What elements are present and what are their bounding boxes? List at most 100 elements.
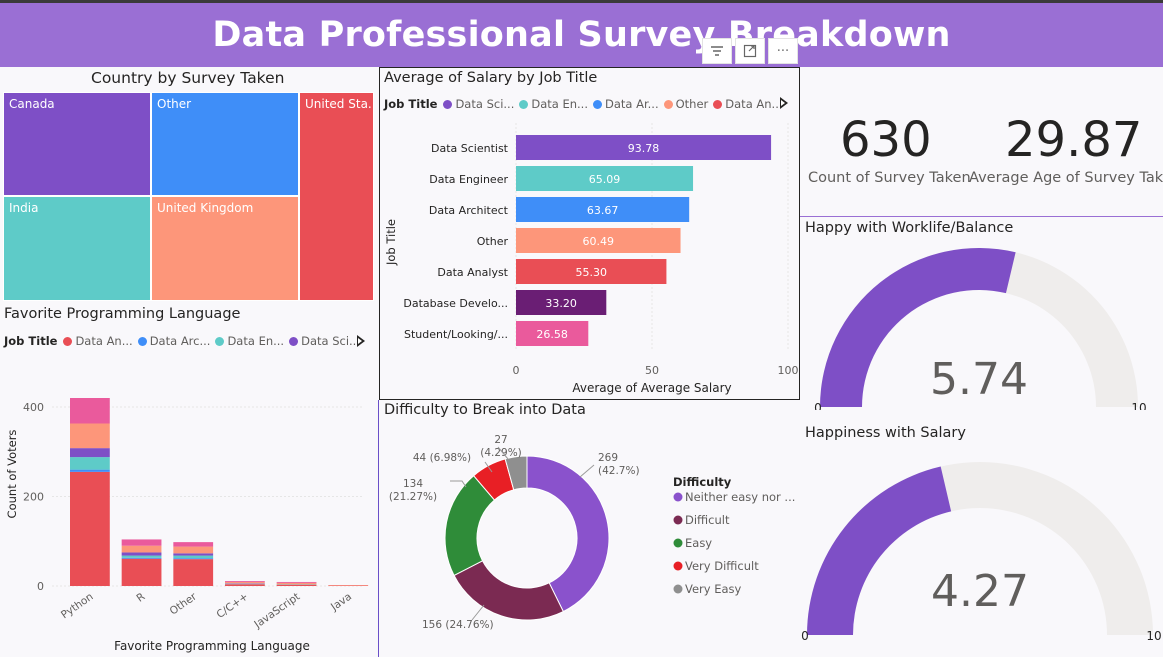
gauge-min-label: 0: [801, 629, 809, 643]
slice-count: 269: [598, 452, 618, 464]
legend-marker: [63, 336, 73, 346]
legend-marker: [673, 515, 683, 525]
gauge-value: 4.27: [931, 566, 1029, 617]
treemap-tile-other[interactable]: Other: [151, 92, 299, 196]
difficulty-chart-title: Difficulty to Break into Data: [384, 402, 586, 418]
treemap-tile-india[interactable]: India: [3, 196, 151, 301]
legend-item[interactable]: Other: [663, 97, 709, 111]
bar-segment: [70, 471, 110, 586]
legend-item[interactable]: Data Arc...: [137, 334, 211, 348]
leader-line: [471, 604, 485, 621]
legend-item[interactable]: Data En...: [215, 334, 284, 348]
legend-item[interactable]: Data Sci...: [289, 334, 360, 348]
treemap-tile-united-kingdom[interactable]: United Kingdom: [151, 196, 299, 301]
gauge-fill: [807, 466, 952, 635]
x-axis-title: Average of Average Salary: [572, 381, 731, 395]
y-tick-label: Data Engineer: [429, 173, 508, 186]
y-axis-title: Count of Voters: [5, 430, 19, 519]
legend-marker: [519, 99, 529, 109]
gauge-max-label: 10: [1146, 629, 1161, 643]
tile-label: Canada: [9, 97, 55, 111]
bar-segment: [70, 398, 110, 424]
bar-segment: [225, 581, 265, 584]
worklife-gauge: 5.74 0 10: [814, 248, 1147, 410]
gauge-max-label: 10: [1131, 401, 1146, 410]
legend-marker: [673, 492, 683, 502]
legend-label: Very Difficult: [685, 559, 759, 573]
salary-happiness-gauge-title: Happiness with Salary: [805, 425, 966, 441]
report-header: Data Professional Survey Breakdown: [0, 3, 1163, 67]
x-tick-label: 50: [645, 364, 659, 377]
bar-segment: [173, 559, 214, 586]
bar-segment: [121, 545, 162, 553]
tile-label: United Kingdom: [157, 201, 254, 215]
legend-label: Data An...: [725, 97, 783, 111]
legend-marker: [593, 99, 602, 109]
legend-item[interactable]: Data An...: [63, 334, 133, 348]
more-options-icon[interactable]: ···: [768, 38, 798, 64]
gauge-min-label: 0: [814, 401, 822, 410]
legend-item[interactable]: Data Ar...: [593, 97, 659, 111]
report-page: Data Professional Survey Breakdown ··· C…: [0, 0, 1163, 657]
bar-segment: [70, 448, 110, 458]
bar-segment: [70, 469, 110, 472]
y-axis-title: Job Title: [384, 219, 398, 266]
difficulty-donut-chart: 269 (42.7%) 156 (24.76%) 134 (21.27%) 44 (6.9…: [389, 434, 796, 631]
bar-segment: [276, 582, 317, 585]
legend-title: Job Title: [384, 97, 438, 111]
legend-item[interactable]: Data An...: [713, 97, 783, 111]
bar-data-label: 60.49: [583, 235, 615, 248]
focus-mode-icon[interactable]: [735, 38, 765, 64]
salary-chart-title: Average of Salary by Job Title: [384, 70, 598, 86]
tile-label: United Sta...: [305, 97, 374, 111]
legend-label: Neither easy nor ...: [685, 490, 795, 504]
x-tick-label: C/C++: [214, 591, 250, 621]
bar-segment: [121, 555, 162, 558]
legend-label: Data En...: [227, 334, 285, 348]
language-legend: Job Title Data An... Data Arc... Data En…: [4, 334, 365, 348]
bar-segment: [173, 542, 214, 547]
bar-segment: [173, 558, 214, 560]
panel-divider: [800, 216, 1163, 217]
legend-label: Data Arc...: [149, 334, 211, 348]
filter-icon[interactable]: [702, 38, 732, 64]
salary-happiness-gauge: 4.27 0 10: [801, 462, 1162, 643]
country-chart-title: Country by Survey Taken: [91, 69, 285, 87]
bar-segment: [121, 558, 162, 586]
x-tick-label: 0: [513, 364, 520, 377]
bar-segment: [173, 553, 214, 556]
y-tick-label: 0: [37, 580, 44, 593]
legend-marker: [663, 99, 673, 109]
bar-segment: [70, 423, 110, 449]
x-tick-label: Python: [59, 591, 96, 622]
y-tick-label: Other: [477, 235, 509, 248]
bar-segment: [225, 584, 265, 586]
bar-segment: [121, 552, 162, 556]
x-tick-label: JavaScript: [251, 591, 302, 632]
bar-segment: [121, 539, 162, 546]
slice-percent: (42.7%): [598, 465, 640, 477]
y-tick-label: Database Develo...: [403, 297, 508, 310]
x-tick-label: R: [134, 591, 147, 605]
legend-label: Other: [675, 97, 709, 111]
legend-item[interactable]: Data Sci...: [443, 97, 514, 111]
bar-data-label: 26.58: [536, 328, 568, 341]
slice-percent: (4.29%): [480, 447, 522, 459]
legend-next-icon[interactable]: [357, 335, 365, 347]
slice-data-label: 44 (6.98%): [413, 452, 471, 464]
slice-count: 134: [403, 478, 423, 490]
y-tick-label: 200: [23, 490, 44, 503]
bar-segment: [121, 557, 162, 559]
legend-marker: [673, 584, 683, 594]
treemap-tile-united-states[interactable]: United Sta...: [299, 92, 374, 301]
bar-data-label: 55.30: [575, 266, 607, 279]
language-chart-title: Favorite Programming Language: [4, 306, 241, 322]
legend-label: Data Sci...: [455, 97, 515, 111]
legend-title: Job Title: [4, 334, 58, 348]
bar-data-label: 65.09: [589, 173, 621, 186]
treemap-tile-canada[interactable]: Canada: [3, 92, 151, 196]
slice-percent: (21.27%): [389, 491, 437, 503]
legend-next-icon[interactable]: [780, 97, 788, 109]
legend-item[interactable]: Data En...: [519, 97, 588, 111]
bar-data-label: 33.20: [545, 297, 577, 310]
